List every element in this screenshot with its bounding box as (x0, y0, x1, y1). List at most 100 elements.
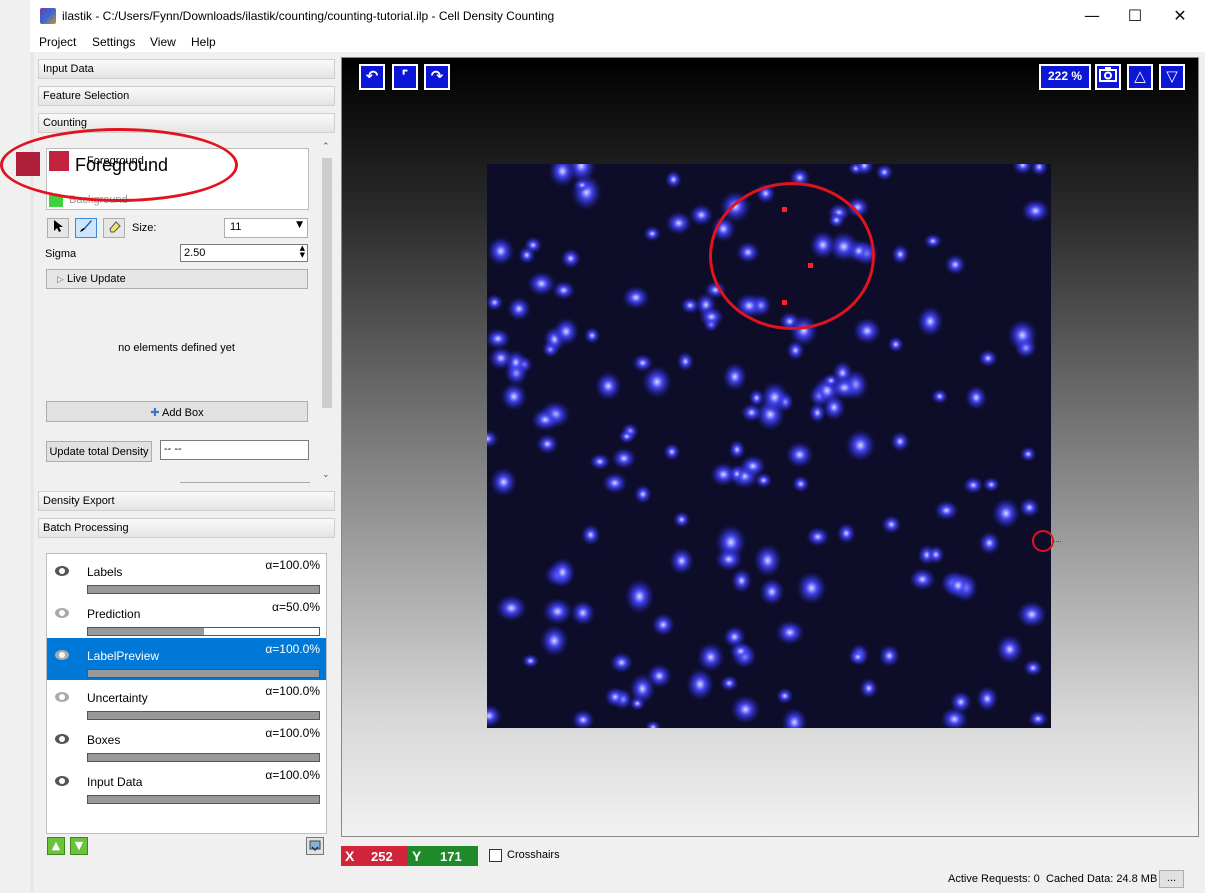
layer-opacity-slider[interactable] (87, 627, 320, 636)
triangle-down-icon: ▽ (1166, 67, 1178, 85)
eye-icon[interactable] (55, 734, 69, 744)
cell-blob (696, 642, 725, 672)
applet-density-export[interactable]: Density Export (38, 491, 335, 511)
cell-blob (719, 675, 739, 692)
eraser-tool-button[interactable] (103, 218, 125, 238)
menu-view[interactable]: View (150, 35, 176, 49)
cell-blob (785, 441, 814, 469)
cell-blob (589, 453, 611, 471)
eye-icon[interactable] (55, 608, 69, 618)
rotate-right-button[interactable]: ↷ (424, 64, 450, 90)
eye-icon[interactable] (55, 692, 69, 702)
foreground-callout-label: Foreground (75, 155, 169, 175)
layer-options-button[interactable] (306, 837, 324, 855)
counting-scrollbar[interactable]: ⌃ ⌄ (319, 140, 335, 488)
cell-blob (923, 233, 943, 249)
layer-settings-icon (309, 840, 321, 852)
cell-blob (963, 476, 984, 495)
minimize-button[interactable]: — (1069, 0, 1115, 32)
add-box-button[interactable]: ✚ Add Box (46, 401, 308, 422)
menu-help[interactable]: Help (191, 35, 216, 49)
eye-icon[interactable] (55, 566, 69, 576)
arrow-up-icon: ▲ (51, 839, 61, 852)
chevron-up-icon[interactable]: ⌃ (322, 142, 330, 152)
cell-blob (1020, 198, 1051, 223)
layer-row[interactable]: Input Data α=100.0% (47, 764, 326, 806)
move-layer-up-button[interactable]: ▲ (47, 837, 65, 855)
brush-tool-button[interactable] (75, 218, 97, 238)
cell-blob (629, 673, 656, 705)
cached-data: Cached Data: 24.8 MB (1046, 873, 1158, 885)
cell-blob (759, 577, 785, 606)
layer-opacity-slider[interactable] (87, 669, 320, 678)
active-requests: Active Requests: 0 (948, 873, 1040, 885)
applet-input-data[interactable]: Input Data (38, 59, 335, 79)
rotate-left-button[interactable]: ↶ (359, 64, 385, 90)
menu-settings[interactable]: Settings (92, 35, 135, 49)
applet-batch-processing[interactable]: Batch Processing (38, 518, 335, 538)
cell-blob (728, 439, 746, 460)
screenshot-button[interactable] (1095, 64, 1121, 90)
title-bar: ilastik - C:/Users/Fynn/Downloads/ilasti… (30, 0, 1205, 32)
layer-row[interactable]: LabelPreview α=100.0% (47, 638, 326, 680)
update-total-density-button[interactable]: Update total Density (46, 441, 152, 462)
chevron-down-icon: ▼ (296, 220, 303, 230)
layer-name: Boxes (87, 733, 121, 747)
cell-blob (796, 571, 827, 605)
cell-blob (633, 484, 652, 505)
cell-blob (609, 652, 634, 674)
brush-size-select[interactable]: 11 ▼ (224, 218, 308, 238)
cell-blob (1016, 600, 1048, 629)
x-label: X (345, 848, 355, 864)
maximize-button[interactable]: ☐ (1112, 0, 1158, 32)
menu-project[interactable]: Project (39, 35, 76, 49)
cell-blob (916, 305, 944, 337)
zoom-level-button[interactable]: 222 % (1039, 64, 1091, 90)
layer-opacity-slider[interactable] (87, 711, 320, 720)
cell-blob (753, 543, 782, 578)
cell-blob (643, 225, 662, 242)
cell-blob (976, 685, 999, 712)
layer-row[interactable]: Boxes α=100.0% (47, 722, 326, 764)
slice-down-button[interactable]: ▽ (1159, 64, 1185, 90)
cell-blob (1019, 446, 1037, 462)
live-update-button[interactable]: ▷ Live Update (46, 269, 308, 289)
crosshairs-checkbox[interactable] (489, 849, 502, 862)
eye-icon[interactable] (55, 776, 69, 786)
navigation-tool-button[interactable] (47, 218, 69, 238)
layer-row[interactable]: Uncertainty α=100.0% (47, 680, 326, 722)
divider (180, 482, 310, 483)
label-dot (782, 300, 787, 305)
layer-row[interactable]: Labels α=100.0% (47, 554, 326, 596)
cell-blob (518, 246, 536, 265)
cell-blob (507, 296, 531, 321)
layer-opacity-slider[interactable] (87, 753, 320, 762)
eye-icon[interactable] (55, 650, 69, 660)
layer-opacity-label: α=100.0% (265, 642, 320, 656)
close-button[interactable]: ✕ (1157, 0, 1203, 32)
cell-blob (848, 648, 868, 666)
cell-blob (991, 497, 1021, 529)
cell-blob (580, 524, 601, 546)
layer-opacity-slider[interactable] (87, 585, 320, 594)
swap-axes-button[interactable]: ⌜ (392, 64, 418, 90)
image-viewer[interactable]: ↶ ⌜ ↷ 222 % △ ▽ (341, 57, 1199, 837)
label-dot (782, 207, 787, 212)
applet-feature-selection[interactable]: Feature Selection (38, 86, 335, 106)
layer-row[interactable]: Prediction α=50.0% (47, 596, 326, 638)
cell-blob (730, 694, 761, 725)
scrollbar-thumb[interactable] (322, 158, 332, 408)
cells-highlight-circle (709, 182, 875, 330)
slice-up-button[interactable]: △ (1127, 64, 1153, 90)
layer-opacity-label: α=100.0% (265, 684, 320, 698)
cell-blob (542, 597, 573, 626)
chevron-down-icon[interactable]: ⌄ (322, 470, 330, 480)
sigma-spinbox[interactable]: 2.50 ▲ ▼ (180, 244, 308, 262)
cell-blob (875, 164, 894, 181)
move-layer-down-button[interactable]: ▼ (70, 837, 88, 855)
cell-blob (1030, 164, 1048, 177)
spin-arrows-icon[interactable]: ▲ ▼ (300, 245, 305, 259)
more-button[interactable]: ... (1159, 870, 1184, 888)
brush-size-value: 11 (230, 221, 242, 233)
layer-opacity-slider[interactable] (87, 795, 320, 804)
